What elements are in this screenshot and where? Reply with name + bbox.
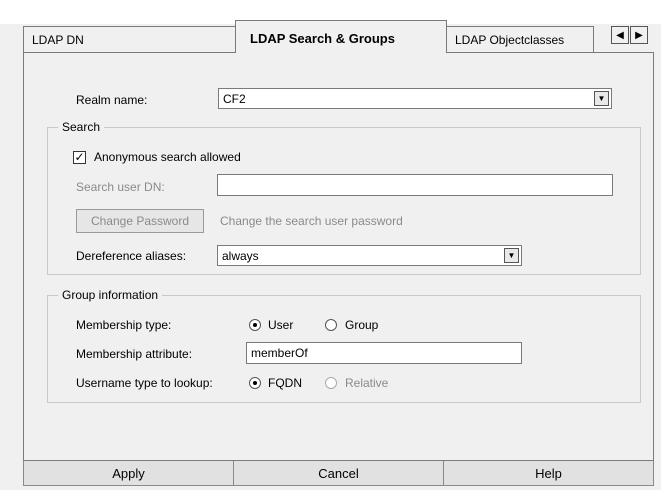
help-button[interactable]: Help [444, 460, 654, 486]
membership-attribute-label: Membership attribute: [76, 347, 193, 361]
group-information-title: Group information [58, 288, 163, 302]
username-type-fqdn-radio[interactable] [249, 377, 261, 389]
group-information-group: Group information Membership type: User … [47, 288, 641, 403]
tab-ldap-objectclasses[interactable]: LDAP Objectclasses [446, 26, 594, 52]
tab-scroll-arrows: ◀ ▶ [611, 26, 648, 44]
change-password-button[interactable]: Change Password [76, 209, 204, 233]
membership-type-user-label: User [268, 318, 294, 332]
dereference-aliases-select[interactable]: always ▼ [217, 245, 522, 266]
membership-attribute-input[interactable]: memberOf [246, 342, 522, 364]
realm-select[interactable]: CF2 ▼ [218, 88, 612, 109]
dialog-button-bar: Apply Cancel Help [23, 460, 654, 486]
chevron-down-icon[interactable]: ▼ [504, 248, 519, 263]
anonymous-search-label: Anonymous search allowed [94, 150, 241, 164]
search-user-dn-label: Search user DN: [76, 180, 165, 194]
username-type-relative-label: Relative [345, 376, 389, 390]
username-type-fqdn-label: FQDN [268, 376, 302, 390]
tab-panel: Realm name: CF2 ▼ Search ✓ Anonymous sea… [23, 52, 654, 461]
tab-ldap-search-groups[interactable]: LDAP Search & Groups [235, 20, 447, 53]
search-group: Search ✓ Anonymous search allowed Search… [47, 120, 641, 275]
checkmark-icon: ✓ [74, 150, 85, 164]
search-group-title: Search [58, 120, 105, 134]
ldap-dialog: LDAP DN LDAP Search & Groups LDAP Object… [0, 0, 661, 490]
dereference-aliases-value: always [222, 249, 259, 263]
arrow-right-icon[interactable]: ▶ [630, 26, 648, 44]
membership-type-label: Membership type: [76, 318, 172, 332]
chevron-down-icon[interactable]: ▼ [594, 91, 609, 106]
anonymous-search-checkbox[interactable]: ✓ [73, 151, 86, 164]
search-user-dn-input[interactable] [217, 174, 613, 196]
cancel-button[interactable]: Cancel [234, 460, 444, 486]
change-password-description: Change the search user password [220, 214, 403, 228]
username-type-label: Username type to lookup: [76, 376, 213, 390]
membership-type-group-label: Group [345, 318, 379, 332]
realm-label: Realm name: [76, 93, 148, 107]
tab-ldap-dn[interactable]: LDAP DN [23, 26, 236, 52]
arrow-left-icon[interactable]: ◀ [611, 26, 629, 44]
realm-value: CF2 [223, 92, 246, 106]
apply-button[interactable]: Apply [23, 460, 234, 486]
membership-type-user-radio[interactable] [249, 319, 261, 331]
dereference-aliases-label: Dereference aliases: [76, 249, 187, 263]
username-type-relative-radio[interactable] [325, 377, 337, 389]
membership-type-group-radio[interactable] [325, 319, 337, 331]
